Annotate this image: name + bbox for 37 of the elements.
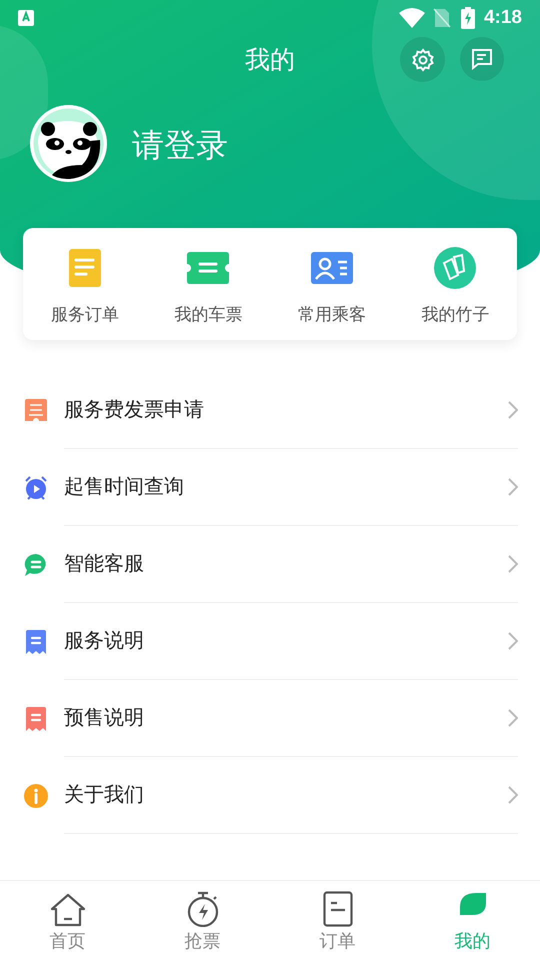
menu-item[interactable]: 智能客服 [0, 526, 540, 603]
menu-item[interactable]: 服务说明 [0, 603, 540, 680]
page-title: 我的 [244, 45, 296, 76]
message-button[interactable] [460, 37, 504, 81]
chevron-right-icon [508, 786, 518, 804]
chevron-right-icon [508, 555, 518, 573]
shortcut-button[interactable]: 常用乘客 [270, 228, 394, 340]
id-card-icon [310, 252, 353, 284]
nav-tab[interactable]: 抢票 [135, 881, 270, 960]
settings-button[interactable] [400, 37, 445, 82]
ticket-icon [187, 252, 230, 284]
document-icon [322, 890, 352, 926]
battery-charging-icon [460, 7, 475, 29]
settings-icon [410, 48, 434, 72]
chevron-right-icon [508, 632, 518, 650]
menu-item[interactable]: 预售说明 [0, 680, 540, 757]
chevron-right-icon [508, 478, 518, 496]
shortcut-button[interactable]: 我的竹子 [394, 228, 517, 340]
stopwatch-icon [186, 890, 220, 926]
nav-tab[interactable]: 首页 [0, 881, 135, 960]
home-icon [50, 892, 86, 926]
nav-tab[interactable]: 订单 [270, 881, 405, 960]
chevron-right-icon [508, 401, 518, 419]
panda-avatar-icon [30, 105, 107, 182]
wifi-icon [398, 8, 425, 28]
menu-item[interactable]: 关于我们 [0, 757, 540, 834]
bamboo-icon [434, 247, 476, 289]
menu-item[interactable]: 服务费发票申请 [0, 372, 540, 449]
shortcut-button[interactable]: 服务订单 [23, 228, 146, 340]
no-sim-icon [432, 8, 451, 28]
shortcut-button[interactable]: 我的车票 [146, 228, 270, 340]
message-icon [471, 48, 493, 70]
document-icon [68, 249, 101, 287]
chevron-right-icon [508, 709, 518, 727]
app-notification-icon [18, 10, 34, 26]
status-time: 4:18 [484, 6, 522, 30]
menu-item[interactable]: 起售时间查询 [0, 449, 540, 526]
